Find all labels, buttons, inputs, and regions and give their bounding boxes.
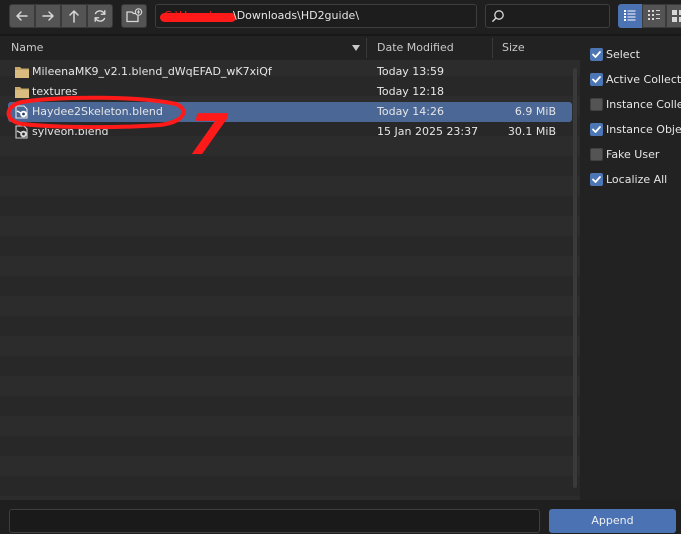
option-label: Select [606,48,640,61]
thumbnail-view-icon [672,10,681,22]
red-annotation-circle [6,95,186,130]
list-view-icon [624,10,636,21]
directory-path-field[interactable]: C:\Users\ \Downloads\HD2guide\ [155,4,477,28]
file-date: 15 Jan 2025 23:37 [377,125,479,138]
checkmark-icon [592,126,601,133]
file-date: Today 14:26 [377,105,445,118]
checkbox-checked[interactable] [590,73,603,86]
column-divider [366,38,367,58]
checkbox-unchecked[interactable] [590,98,603,111]
option-instance-object-data[interactable]: Instance Object Data [590,120,681,140]
forward-button[interactable] [35,4,61,28]
checkbox-checked[interactable] [590,48,603,61]
search-input[interactable] [485,4,610,28]
option-select[interactable]: Select [590,45,681,65]
append-button[interactable]: Append [549,509,676,533]
arrow-up-icon [69,10,79,23]
option-active-collection[interactable]: Active Collection [590,70,681,90]
column-divider [492,38,493,58]
checkmark-icon [592,51,601,58]
grid-view-icon [648,10,660,20]
option-localize-all[interactable]: Localize All [590,170,681,190]
file-list-scrollbar[interactable] [573,68,577,488]
option-label: Fake User [606,148,660,161]
list-view-button[interactable] [618,4,642,28]
parent-directory-button[interactable] [61,4,87,28]
column-header-date-modified[interactable]: Date Modified [377,36,454,60]
grid-view-button[interactable] [642,4,666,28]
checkmark-icon [592,76,601,83]
file-date: Today 12:18 [377,85,445,98]
new-folder-icon [126,8,143,23]
directory-path-prefix: C:\Users\ [164,9,214,22]
option-label: Localize All [606,173,668,186]
refresh-icon [94,10,106,22]
column-header-size[interactable]: Size [502,36,525,60]
refresh-button[interactable] [87,4,113,28]
arrow-right-icon [42,11,54,21]
option-label: Instance Collections [606,98,681,111]
checkmark-icon [592,176,601,183]
thumbnail-view-button[interactable] [666,4,681,28]
directory-path-text: \Downloads\HD2guide\ [233,9,360,22]
file-row[interactable]: MileenaMK9_v2.1.blend_dWqEFAD_wK7xiQf To… [8,62,572,82]
file-date: Today 13:59 [377,65,445,78]
column-header-name[interactable]: Name [11,36,43,60]
file-list-header [0,36,580,60]
checkbox-checked[interactable] [590,173,603,186]
option-instance-collections[interactable]: Instance Collections [590,95,681,115]
file-size: 30.1 MiB [507,125,556,138]
sort-descending-icon[interactable] [352,44,360,52]
file-name: MileenaMK9_v2.1.blend_dWqEFAD_wK7xiQf [32,65,272,78]
new-folder-button[interactable] [121,4,147,28]
filename-input[interactable] [9,509,540,533]
checkbox-unchecked[interactable] [590,148,603,161]
arrow-left-icon [16,11,28,21]
file-size: 6.9 MiB [514,105,556,118]
back-button[interactable] [9,4,35,28]
option-fake-user[interactable]: Fake User [590,145,681,165]
option-label: Instance Object Data [606,123,681,136]
search-icon [492,10,504,22]
folder-icon [15,67,29,78]
option-label: Active Collection [606,73,681,86]
checkbox-checked[interactable] [590,123,603,136]
